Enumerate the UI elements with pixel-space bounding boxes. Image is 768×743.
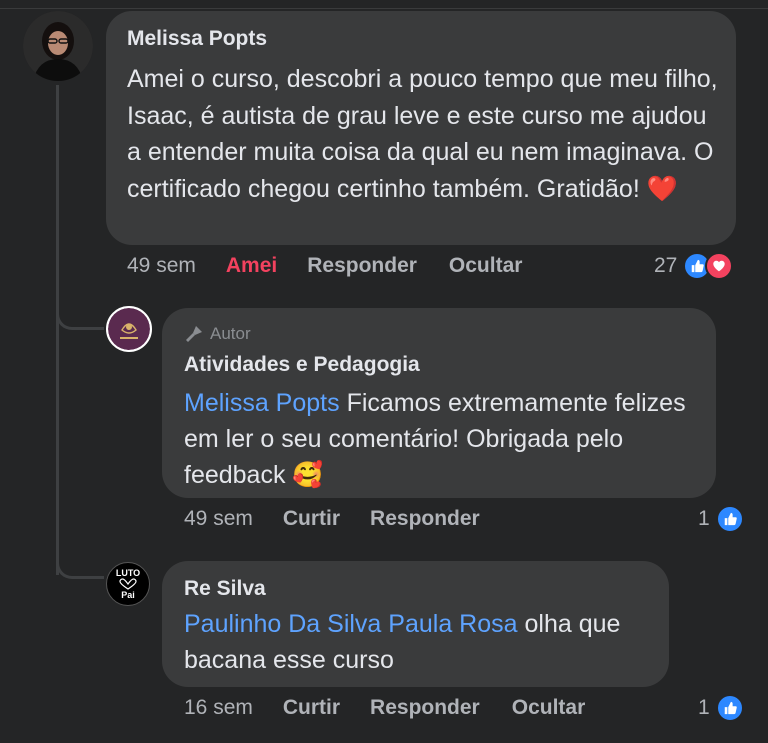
comment-time[interactable]: 49 sem [127,254,196,278]
reply-actions: 16 sem Curtir Responder Ocultar [184,696,585,720]
reaction-summary[interactable]: 1 [698,505,744,533]
reply-time[interactable]: 16 sem [184,696,253,720]
avatar-text-top: LUTO [115,568,141,578]
reply-bubble: Re Silva Paulinho Da Silva Paula Rosa ol… [162,561,669,687]
reaction-count: 27 [654,254,678,277]
smiling-hearts-emoji: 🥰 [292,461,324,489]
reply-actions: 49 sem Curtir Responder [184,507,480,531]
comment-bubble: Melissa Popts Amei o curso, descobri a p… [106,11,736,245]
reaction-summary[interactable]: 27 [654,252,734,280]
hide-button[interactable]: Ocultar [449,254,523,278]
thread-curve-2 [56,545,104,579]
author-badge-label: Autor [210,324,251,343]
avatar[interactable]: LUTO Pai [106,562,150,606]
heart-emoji: ❤️ [646,174,678,203]
hide-button[interactable]: Ocultar [512,696,586,720]
reply-button[interactable]: Responder [370,507,480,531]
mention-link[interactable]: Melissa Popts [184,389,340,417]
comment-body: Amei o curso, descobri a pouco tempo que… [127,65,718,203]
reaction-count: 1 [698,507,710,530]
thread-line [56,85,59,575]
reply-text: Paulinho Da Silva Paula Rosa olha que ba… [184,606,664,678]
heart-icon [705,252,734,280]
user-photo-icon [23,11,93,81]
reply-author[interactable]: Atividades e Pedagogia [184,353,420,377]
reply-button[interactable]: Responder [370,696,480,720]
microphone-icon [186,326,202,342]
top-divider [0,8,768,9]
thread-curve-1 [56,300,104,330]
like-icon [715,694,744,722]
like-button[interactable]: Curtir [283,696,340,720]
reply-button[interactable]: Responder [307,254,417,278]
comment-text: Amei o curso, descobri a pouco tempo que… [127,61,727,207]
page-logo-icon [108,308,150,350]
mention-link[interactable]: Paulinho Da Silva Paula Rosa [184,610,518,638]
reply-text: Melissa Popts Ficamos extremamente feliz… [184,385,704,493]
reply-time[interactable]: 49 sem [184,507,253,531]
reaction-summary[interactable]: 1 [698,694,744,722]
reply-author[interactable]: Re Silva [184,577,266,601]
love-reaction-button[interactable]: Amei [226,254,277,278]
avatar[interactable] [23,11,93,81]
like-icon [715,505,744,533]
infinity-heart-icon [119,578,137,590]
avatar-text-bottom: Pai [121,590,135,600]
author-badge: Autor [184,324,251,344]
reaction-count: 1 [698,696,710,719]
like-button[interactable]: Curtir [283,507,340,531]
comment-author[interactable]: Melissa Popts [127,27,267,51]
page-avatar[interactable] [106,306,152,352]
comment-actions: 49 sem Amei Responder Ocultar [127,254,522,278]
reply-bubble: Autor Atividades e Pedagogia Melissa Pop… [162,308,716,498]
